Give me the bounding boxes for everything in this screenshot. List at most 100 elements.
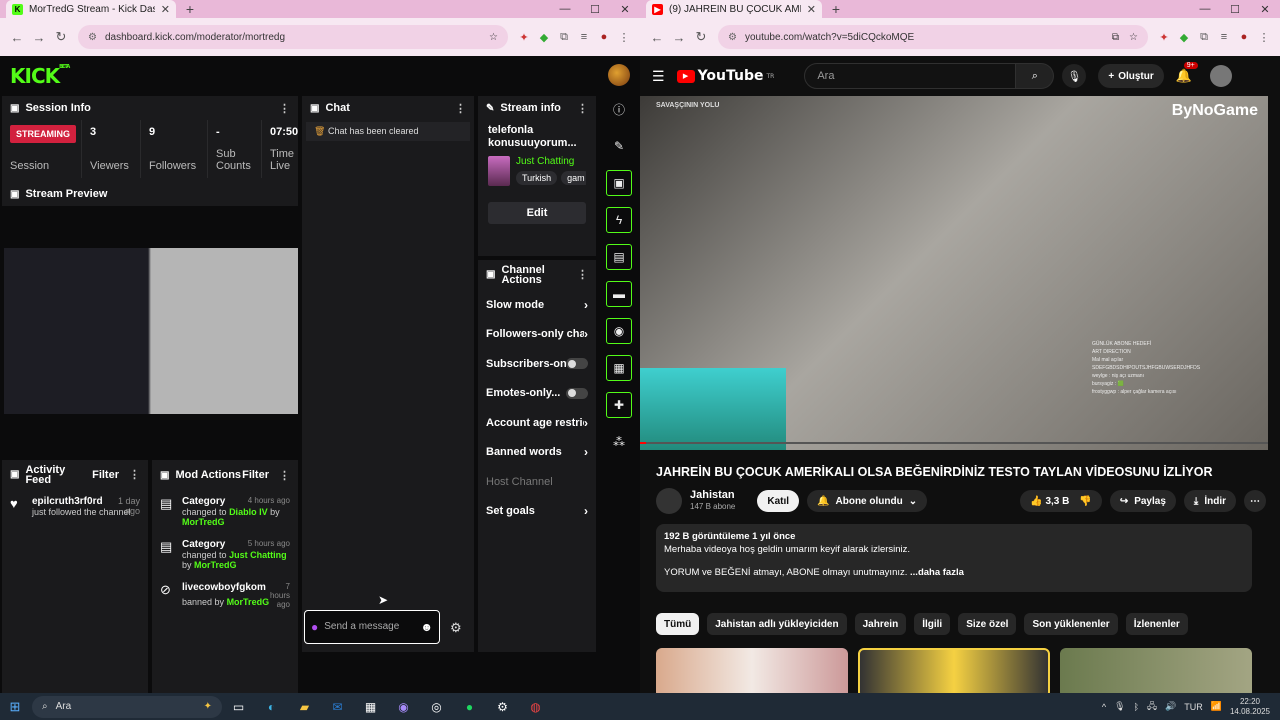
more-icon[interactable]: ⋮ (455, 102, 466, 115)
chrome-icon[interactable]: ◍ (519, 700, 552, 714)
extensions-puzzle-icon[interactable]: ⧉ (554, 27, 574, 47)
like-button[interactable]: 👍 3,3 B (1030, 496, 1069, 507)
account-age-row[interactable]: Account age restrict › (478, 408, 596, 438)
pencil-icon[interactable]: ✎ (606, 133, 632, 159)
download-button[interactable]: ⤓ İndir (1183, 490, 1236, 512)
address-bar[interactable]: ⚙ dashboard.kick.com/moderator/mortredg … (78, 25, 508, 49)
video-thumbnail[interactable] (656, 648, 848, 693)
more-icon[interactable]: ⋮ (577, 270, 588, 281)
stream-preview-video[interactable] (4, 248, 298, 414)
close-window-icon[interactable]: ✕ (1250, 0, 1280, 18)
join-button[interactable]: Katıl (757, 490, 800, 512)
document-icon[interactable]: ▤ (606, 244, 632, 270)
tab-kick-dashboard[interactable]: K MorTredG Stream - Kick Dashb ✕ (6, 0, 176, 18)
microphone-icon[interactable]: ● (311, 620, 318, 634)
create-button[interactable]: + Oluştur (1098, 64, 1164, 88)
video-player[interactable]: SAVAŞÇININ YOLU ByNoGame GÜNLÜK ABONE HE… (640, 96, 1268, 450)
maximize-icon[interactable]: ☐ (1220, 0, 1250, 18)
minimize-icon[interactable]: — (550, 0, 580, 18)
menu-icon[interactable]: ⋮ (1254, 27, 1274, 47)
new-tab-button[interactable]: + (182, 1, 198, 17)
filter-button[interactable]: Filter (242, 469, 269, 481)
channel-avatar[interactable] (656, 488, 682, 514)
reload-icon[interactable]: ↻ (690, 26, 712, 48)
subscribed-button[interactable]: 🔔 Abone olundu ⌄ (807, 490, 928, 512)
close-tab-icon[interactable]: ✕ (161, 3, 170, 16)
more-icon[interactable]: ⋮ (129, 470, 140, 481)
extension-icon[interactable]: ◆ (534, 27, 554, 47)
voice-search-icon[interactable]: 🎙 (1062, 64, 1087, 88)
lightning-icon[interactable]: ϟ (606, 207, 632, 233)
outlook-icon[interactable]: ✉ (321, 700, 354, 714)
obs-icon[interactable]: ◎ (420, 700, 453, 714)
maximize-icon[interactable]: ☐ (580, 0, 610, 18)
host-channel-row[interactable]: Host Channel (478, 467, 596, 497)
edge-icon[interactable]: ◐ (255, 700, 288, 714)
dislike-icon[interactable]: 👎 (1079, 496, 1091, 507)
chip-for-you[interactable]: Size özel (958, 613, 1017, 635)
banned-words-row[interactable]: Banned words › (478, 438, 596, 468)
profile-icon[interactable]: ● (1234, 27, 1254, 47)
user-avatar[interactable] (608, 64, 630, 86)
extension-icon[interactable]: ◆ (1174, 27, 1194, 47)
emoji-icon[interactable]: ☻ (420, 620, 433, 634)
back-icon[interactable]: ← (6, 26, 28, 48)
kick-logo[interactable]: KICKBETA (10, 64, 70, 88)
store-icon[interactable]: ▦ (354, 700, 387, 714)
more-icon[interactable]: ⋮ (279, 469, 290, 482)
steam-icon[interactable]: ⚙ (486, 700, 519, 714)
followers-only-row[interactable]: Followers-only chat › (478, 320, 596, 350)
network-icon[interactable]: 🖧 (1147, 699, 1157, 715)
extensions-puzzle-icon[interactable]: ⧉ (1194, 27, 1214, 47)
microphone-icon[interactable]: 🎙 (1114, 701, 1125, 712)
file-explorer-icon[interactable]: ▰ (288, 700, 321, 714)
taskbar-search[interactable]: ⌕ Ara ✦ (32, 695, 222, 718)
search-input[interactable]: Ara (804, 63, 1017, 89)
chat-input[interactable]: ● Send a message ☻ (304, 610, 440, 644)
minimize-icon[interactable]: — (1190, 0, 1220, 18)
set-goals-row[interactable]: Set goals › (478, 497, 596, 527)
bookmark-star-icon[interactable]: ☆ (1129, 32, 1138, 43)
more-icon[interactable]: ⋮ (577, 102, 588, 115)
slow-mode-row[interactable]: Slow mode › (478, 290, 596, 320)
mod-action-target[interactable]: Just Chatting (229, 550, 287, 560)
back-icon[interactable]: ← (646, 26, 668, 48)
close-tab-icon[interactable]: ✕ (807, 3, 816, 16)
layout-icon[interactable]: ▦ (606, 355, 632, 381)
site-info-icon[interactable]: ⚙ (728, 32, 737, 43)
language-indicator[interactable]: TUR (1184, 702, 1203, 712)
task-view-icon[interactable]: ▭ (222, 700, 255, 714)
hamburger-menu-icon[interactable]: ☰ (652, 68, 665, 85)
install-app-icon[interactable]: ⧉ (1112, 32, 1119, 43)
video-progress-bar[interactable] (640, 442, 1268, 444)
info-icon[interactable]: ⓘ (606, 96, 632, 122)
show-more-link[interactable]: ...daha fazla (910, 567, 964, 578)
wrench-icon[interactable]: ✚ (606, 392, 632, 418)
tab-list-icon[interactable]: ≡ (1214, 27, 1234, 47)
youtube-logo[interactable]: ▶ YouTube TR (676, 68, 774, 84)
discord-icon[interactable]: ◉ (387, 700, 420, 714)
share-button[interactable]: ↪ Paylaş (1109, 490, 1176, 512)
filter-button[interactable]: Filter (92, 470, 119, 481)
reload-icon[interactable]: ↻ (50, 26, 72, 48)
menu-icon[interactable]: ⋮ (614, 27, 634, 47)
add-widget-icon[interactable]: ⁂ (606, 429, 632, 455)
more-actions-icon[interactable]: ⋯ (1244, 490, 1266, 512)
emotes-only-toggle[interactable] (566, 387, 588, 399)
extension-icon[interactable]: ✦ (514, 27, 534, 47)
more-icon[interactable]: ⋮ (279, 102, 290, 115)
mod-action-target[interactable]: Diablo IV (229, 507, 268, 517)
site-info-icon[interactable]: ⚙ (88, 32, 97, 43)
address-bar[interactable]: ⚙ youtube.com/watch?v=5diCQckoMQE ⧉ ☆ (718, 25, 1148, 49)
bookmark-star-icon[interactable]: ☆ (489, 32, 498, 43)
chip-recent[interactable]: Son yüklenenler (1024, 613, 1118, 635)
chip-from-uploader[interactable]: Jahistan adlı yükleyiciden (707, 613, 847, 635)
forward-icon[interactable]: → (668, 26, 690, 48)
profile-icon[interactable]: ● (594, 27, 614, 47)
chip-related[interactable]: İlgili (914, 613, 951, 635)
notifications-icon[interactable]: 🔔 9+ (1176, 62, 1198, 84)
edit-stream-button[interactable]: Edit (488, 202, 586, 224)
category-name[interactable]: Just Chatting (516, 156, 586, 167)
volume-icon[interactable]: 🔊 (1165, 701, 1176, 712)
wifi-icon[interactable]: 📶 (1211, 701, 1222, 712)
